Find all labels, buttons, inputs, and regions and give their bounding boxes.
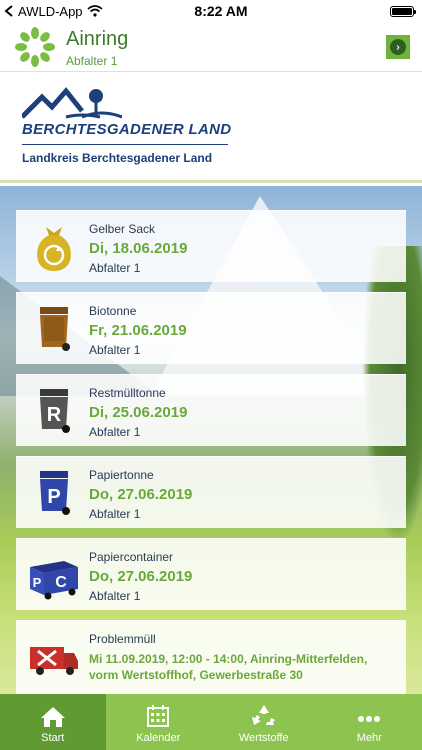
pickup-date: Di, 25.06.2019 bbox=[89, 404, 188, 421]
paper-container-icon: P C bbox=[30, 561, 78, 600]
logo-name: BERCHTESGADENER LAND bbox=[22, 121, 232, 138]
waste-type: Biotonne bbox=[89, 304, 137, 318]
tab-label: Mehr bbox=[356, 732, 382, 744]
district-logo: BERCHTESGADENER LAND Landkreis Berchtesg… bbox=[0, 73, 422, 183]
svg-text:C: C bbox=[55, 574, 67, 591]
logo-county: Landkreis Berchtesgadener Land bbox=[22, 151, 213, 165]
pickup-area: Abfalter 1 bbox=[89, 425, 141, 439]
battery-icon bbox=[390, 5, 416, 17]
pickup-area: Abfalter 1 bbox=[89, 261, 141, 275]
pickup-date: Do, 27.06.2019 bbox=[89, 486, 193, 503]
grey-bin-icon: R bbox=[40, 389, 70, 433]
collection-card-restmuell[interactable]: R Restmülltonne Di, 25.06.2019 Abfalter … bbox=[16, 374, 406, 446]
tab-bar: Start Kalender Wertstoffe Mehr bbox=[0, 694, 422, 750]
pickup-date: Do, 27.06.2019 bbox=[89, 568, 193, 585]
tab-label: Start bbox=[41, 732, 65, 744]
tab-label: Kalender bbox=[136, 732, 181, 744]
collection-card-papiercontainer[interactable]: P C Papiercontainer Do, 27.06.2019 Abfal… bbox=[16, 538, 406, 610]
svg-text:P: P bbox=[33, 575, 42, 590]
calendar-icon bbox=[147, 705, 170, 727]
waste-type: Gelber Sack bbox=[89, 222, 156, 236]
tab-mehr[interactable]: Mehr bbox=[317, 694, 422, 750]
collection-card-papiertonne[interactable]: P Papiertonne Do, 27.06.2019 Abfalter 1 bbox=[16, 456, 406, 528]
hazardous-truck-icon bbox=[30, 647, 78, 675]
tab-kalender[interactable]: Kalender bbox=[106, 694, 212, 750]
status-bar: AWLD-App 8:22 AM bbox=[0, 0, 422, 22]
clock: 8:22 AM bbox=[194, 3, 248, 19]
waste-type: Papiercontainer bbox=[89, 550, 174, 564]
waste-type: Problemmüll bbox=[89, 632, 156, 646]
pickup-detail: Mi 11.09.2019, 12:00 - 14:00, Ainring-Mi… bbox=[89, 652, 368, 682]
yellow-bag-icon bbox=[37, 227, 71, 271]
pickup-area: Abfalter 1 bbox=[89, 507, 141, 521]
waste-type: Restmülltonne bbox=[89, 386, 166, 400]
collection-card-problemmuell[interactable]: Problemmüll Mi 11.09.2019, 12:00 - 14:00… bbox=[16, 620, 406, 694]
wifi-icon bbox=[87, 5, 103, 17]
recycle-icon bbox=[251, 705, 275, 725]
pickup-area: Abfalter 1 bbox=[89, 589, 141, 603]
collection-card-gelber-sack[interactable]: Gelber Sack Di, 18.06.2019 Abfalter 1 bbox=[16, 210, 406, 282]
svg-text:R: R bbox=[47, 404, 62, 426]
svg-text:P: P bbox=[47, 486, 60, 508]
location-flower-icon bbox=[15, 27, 55, 67]
tab-label: Wertstoffe bbox=[238, 732, 289, 744]
next-button[interactable]: › bbox=[386, 35, 410, 59]
blue-bin-icon: P bbox=[40, 471, 70, 515]
pickup-area: Abfalter 1 bbox=[89, 343, 141, 357]
home-icon bbox=[40, 707, 65, 727]
page-title: Ainring bbox=[66, 28, 129, 50]
carrier-label: AWLD-App bbox=[18, 3, 83, 19]
mountain-logo-icon bbox=[22, 87, 122, 119]
app-header: Ainring Abfalter 1 › bbox=[0, 22, 422, 72]
collection-card-biotonne[interactable]: Biotonne Fr, 21.06.2019 Abfalter 1 bbox=[16, 292, 406, 364]
more-icon bbox=[358, 716, 381, 722]
back-arrow-icon bbox=[4, 5, 13, 17]
brown-bin-icon bbox=[40, 307, 70, 351]
tab-wertstoffe[interactable]: Wertstoffe bbox=[211, 694, 317, 750]
pickup-date: Fr, 21.06.2019 bbox=[89, 322, 187, 339]
tab-start[interactable]: Start bbox=[0, 694, 106, 750]
chevron-right-icon: › bbox=[390, 39, 406, 55]
page-subtitle: Abfalter 1 bbox=[66, 54, 118, 68]
waste-type: Papiertonne bbox=[89, 468, 154, 482]
logo-divider bbox=[22, 144, 228, 145]
pickup-date: Di, 18.06.2019 bbox=[89, 240, 188, 257]
